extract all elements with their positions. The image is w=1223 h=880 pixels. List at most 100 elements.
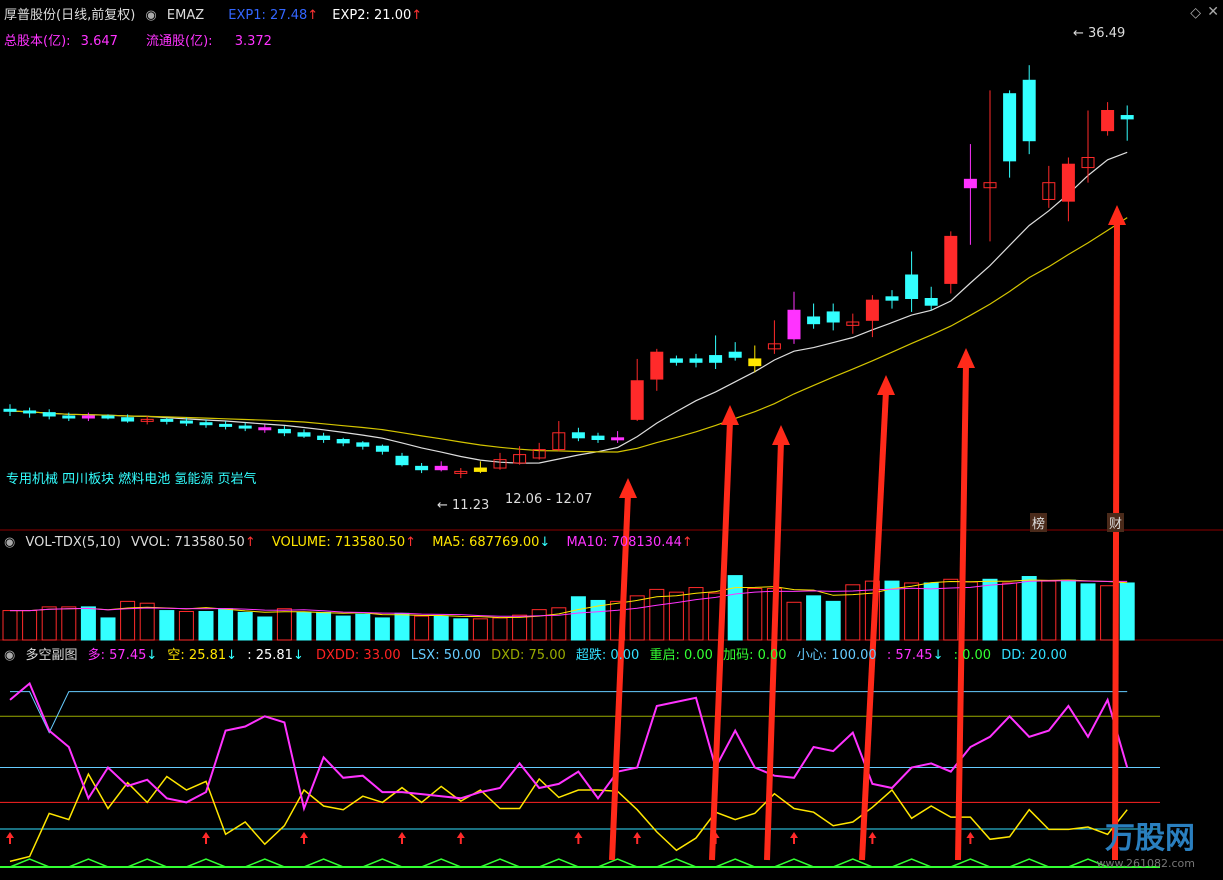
chaodie-value: 超跌: 0.00 (575, 648, 640, 663)
buy-signal-arrow (868, 832, 877, 844)
volume-bar (747, 587, 763, 641)
sub-settings-icon[interactable]: ◉ (4, 648, 15, 663)
share-info: 总股本(亿): 3.647 流通股(亿): 3.372 (4, 30, 278, 49)
watermark-text: 万股网 (1105, 821, 1195, 856)
volume-bar (531, 609, 547, 641)
volume-bar (806, 595, 822, 641)
ma5-value: MA5: 687769.00 (432, 535, 540, 550)
buy-signal-arrow (456, 832, 465, 844)
candle-body (1022, 79, 1036, 142)
volume-bar (570, 596, 586, 641)
vvol-arrow-icon: ↑ (244, 535, 256, 550)
candle-body (611, 437, 625, 441)
candle-body (297, 432, 311, 437)
date-range: 12.06 - 12.07 (505, 492, 593, 507)
candle-body (669, 358, 683, 363)
volume-bar (335, 615, 351, 641)
volume-bar (727, 575, 743, 641)
buy-signal-arrow (398, 832, 406, 844)
candle-body (219, 423, 233, 427)
annotation-arrow-head (957, 348, 975, 368)
sub-title[interactable]: 多空副图 (25, 648, 77, 663)
duo-arrow-icon: ↓ (146, 648, 158, 663)
volume-bar (512, 614, 528, 641)
volume-bar (276, 608, 292, 641)
volume-bar (1119, 582, 1135, 641)
annotation-arrow-shaft (1112, 220, 1120, 861)
volume-bar (688, 587, 704, 641)
buy-signal-arrow (6, 832, 14, 844)
kong-value: 空: 25.81 (167, 648, 227, 663)
ma10-value: MA10: 708130.44 (566, 535, 682, 550)
settings-icon[interactable]: ◉ (145, 8, 156, 23)
close-icon[interactable]: ✕ (1207, 4, 1219, 20)
candle-body (924, 298, 938, 306)
volume-bar (257, 616, 273, 641)
volume-bar (962, 581, 978, 641)
candle-body (728, 351, 742, 358)
volume-bar (355, 613, 371, 641)
volume-bar (61, 606, 77, 641)
candle-body (650, 351, 664, 380)
candle-body (317, 435, 331, 440)
volume-bar (80, 606, 96, 641)
annotation-arrow-head (877, 375, 895, 395)
volume-title[interactable]: VOL-TDX(5,10) (25, 535, 120, 550)
float-shares-label: 流通股(亿): (146, 34, 213, 49)
volume-bar (2, 610, 18, 641)
badge-finance[interactable]: 财 (1107, 513, 1125, 532)
volume-bar (394, 612, 410, 641)
candle-body (944, 235, 958, 284)
volume-bar (668, 591, 684, 641)
exp2-value: EXP2: 21.00 (332, 8, 412, 23)
xiaoxin-value: 小心: 100.00 (796, 648, 877, 663)
ma-line-white (9, 151, 1128, 464)
chongqi-value: 重启: 0.00 (649, 648, 713, 663)
chart-canvas (0, 65, 1223, 868)
volume-bar (492, 617, 508, 641)
volume-bar (1060, 579, 1076, 641)
badge-rank[interactable]: 榜 (1030, 513, 1048, 532)
volume-bar (1080, 583, 1096, 641)
high-price-value: 36.49 (1088, 26, 1126, 41)
watermark-url: www.261082.com (1096, 857, 1195, 870)
volume-bar (982, 578, 998, 641)
lsx-value: LSX: 50.00 (410, 648, 481, 663)
annotation-arrow-head (721, 405, 739, 425)
candle-body (748, 358, 762, 367)
volume-settings-icon[interactable]: ◉ (4, 535, 15, 550)
volume-bar (1002, 582, 1018, 641)
maximize-icon[interactable]: ◇ (1190, 5, 1201, 21)
candle-body (356, 442, 370, 447)
volume-bar (629, 595, 645, 641)
volume-bar (237, 611, 253, 641)
ma10-arrow-icon: ↑ (681, 535, 693, 550)
sector-tags: 专用机械 四川板块 燃料电池 氢能源 页岩气 (6, 472, 257, 487)
dxdd-value: DXDD: 33.00 (315, 648, 401, 663)
volume-bar (786, 601, 802, 641)
candle-body (473, 467, 487, 472)
candle-body (101, 415, 115, 419)
high-price-label: ← 36.49 (1073, 26, 1126, 41)
candle-body (1101, 110, 1115, 132)
zigzag-line (9, 858, 1128, 868)
indicator-name[interactable]: EMAZ (167, 8, 204, 23)
volume-bar (198, 610, 214, 641)
candle-body (199, 422, 213, 426)
blank-value: : 25.81 (247, 648, 293, 663)
volume-bar (41, 606, 57, 641)
candle-body (238, 425, 252, 429)
volume-bar (845, 584, 861, 641)
volume-bar (139, 602, 155, 641)
main-header: 厚普股份(日线,前复权) ◉ EMAZ EXP1: 27.48↑ EXP2: 2… (4, 4, 428, 23)
candle-body (787, 309, 801, 340)
volume-arrow-icon: ↑ (405, 535, 417, 550)
volume-bar (218, 608, 234, 641)
vvol-value: VVOL: 713580.50 (130, 535, 245, 550)
volume-bar (472, 618, 488, 641)
candle-body (807, 316, 821, 325)
low-price-label: ← 11.23 (437, 498, 490, 513)
candle-body (121, 417, 135, 422)
volume-bar (1041, 580, 1057, 641)
candle-body (709, 355, 723, 363)
